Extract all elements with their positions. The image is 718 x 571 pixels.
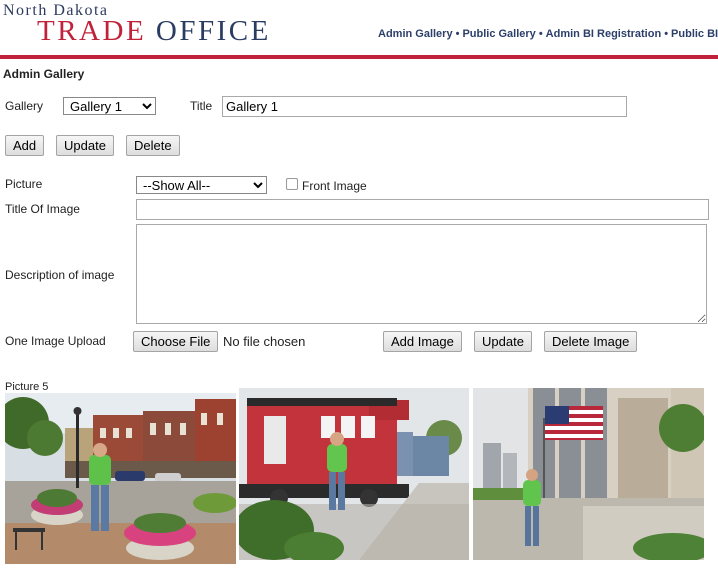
update-gallery-button[interactable]: Update xyxy=(56,135,114,156)
no-file-text: No file chosen xyxy=(223,334,306,349)
front-image-checkbox[interactable] xyxy=(286,178,298,190)
gallery-photo-caboose[interactable] xyxy=(239,388,469,560)
nav-separator: • xyxy=(538,28,543,40)
gallery-photo-street[interactable] xyxy=(5,393,236,564)
title-of-image-input[interactable] xyxy=(136,199,709,220)
picture-label: Picture xyxy=(5,177,43,191)
upload-label: One Image Upload xyxy=(5,334,106,348)
nav-public-bi[interactable]: Public BI xyxy=(671,28,718,40)
delete-image-button[interactable]: Delete Image xyxy=(544,331,638,352)
logo-trade: TRADE xyxy=(37,15,147,47)
choose-file-button[interactable]: Choose File xyxy=(133,331,219,352)
red-caboose-photo-icon xyxy=(239,388,469,560)
top-navigation: Admin Gallery • Public Gallery • Admin BI Re… xyxy=(378,28,718,40)
gallery-label: Gallery xyxy=(5,99,44,113)
description-label: Description of image xyxy=(5,268,115,282)
title-label: Title xyxy=(190,99,213,113)
picture-select[interactable]: --Show All-- xyxy=(136,176,267,194)
title-of-image-label: Title Of Image xyxy=(5,202,80,216)
gallery-title-input[interactable] xyxy=(222,96,627,117)
flag-building-photo-icon xyxy=(473,388,704,560)
nav-admin-bi-registration[interactable]: Admin BI Registration xyxy=(546,28,662,40)
update-image-button[interactable]: Update xyxy=(474,331,532,352)
nav-separator: • xyxy=(455,28,460,40)
header-divider xyxy=(0,55,718,59)
logo-wordmark: TRADE OFFICE xyxy=(37,15,271,48)
nav-admin-gallery[interactable]: Admin Gallery xyxy=(378,28,453,40)
add-image-button[interactable]: Add Image xyxy=(383,331,462,352)
description-textarea[interactable] xyxy=(136,224,707,324)
logo-office: OFFICE xyxy=(155,15,271,47)
gallery-select[interactable]: Gallery 1 xyxy=(63,97,156,115)
page-title: Admin Gallery xyxy=(3,67,85,81)
front-image-label: Front Image xyxy=(302,179,367,193)
add-gallery-button[interactable]: Add xyxy=(5,135,45,156)
nav-public-gallery[interactable]: Public Gallery xyxy=(462,28,535,40)
site-logo[interactable]: North Dakota TRADE OFFICE xyxy=(3,2,303,48)
delete-gallery-button[interactable]: Delete xyxy=(126,135,180,156)
gallery-photo-flag-building[interactable] xyxy=(473,388,704,560)
picture-caption: Picture 5 xyxy=(5,381,49,393)
nav-separator: • xyxy=(664,28,669,40)
street-flowers-photo-icon xyxy=(5,393,236,564)
